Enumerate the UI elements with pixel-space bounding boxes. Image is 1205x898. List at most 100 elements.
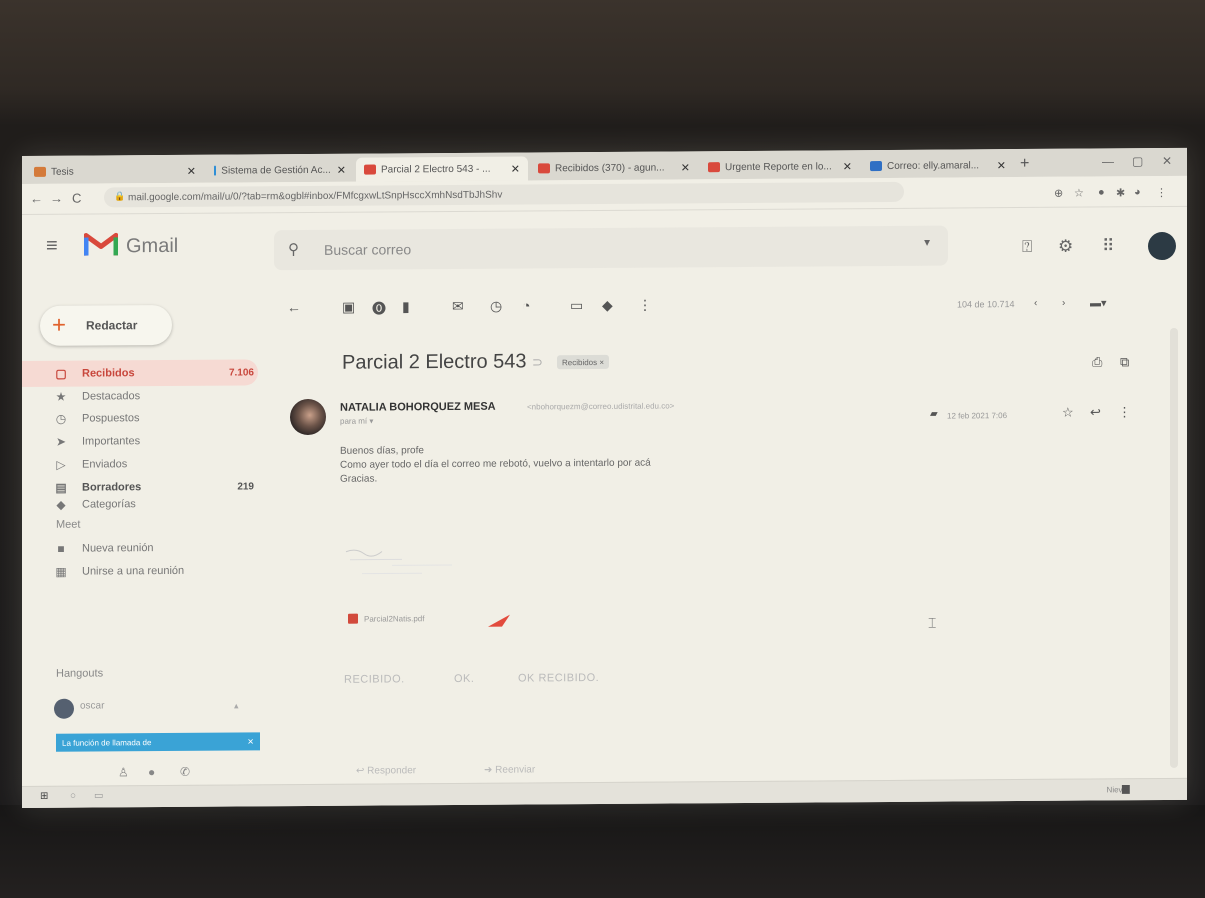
tab-urgente[interactable]: Urgente Reporte en lo... ✕ xyxy=(700,154,860,179)
sidebar-item-importantes[interactable]: ➤ Importantes xyxy=(54,431,254,450)
archive-icon[interactable]: ▣ xyxy=(342,299,355,316)
move-to-icon[interactable]: ▭ xyxy=(570,297,583,314)
back-arrow-icon[interactable]: ← xyxy=(287,299,301,315)
menu-dots-icon[interactable]: ⋮ xyxy=(1156,186,1167,199)
smart-reply-recibido[interactable]: RECIBIDO. xyxy=(344,673,405,685)
puzzle-icon[interactable]: ✱ xyxy=(1116,186,1125,199)
profile-icon[interactable]: ◕ xyxy=(1134,186,1141,198)
sidebar-item-pospuestos[interactable]: ◷ Pospuestos xyxy=(54,408,254,427)
minimize-icon[interactable]: — xyxy=(1102,154,1114,168)
smart-reply-ok[interactable]: OK. xyxy=(454,673,474,685)
new-tab-button[interactable]: + xyxy=(1020,155,1029,173)
compose-button[interactable]: + Redactar xyxy=(40,304,172,346)
add-task-icon[interactable]: ◔ xyxy=(522,297,530,313)
forward-nav-icon[interactable]: → xyxy=(50,191,63,206)
body-line: Gracias. xyxy=(340,473,378,485)
recipient-dropdown[interactable]: para mí ▾ xyxy=(340,417,373,426)
pdf-icon xyxy=(348,613,358,624)
more-options-icon[interactable]: ⋮ xyxy=(1118,404,1131,420)
sidebar-item-recibidos[interactable]: ▢ Recibidos 7.106 xyxy=(54,363,254,382)
tab-correo[interactable]: Correo: elly.amaral... ✕ xyxy=(862,153,1014,178)
email-subject: Parcial 2 Electro 543 xyxy=(342,350,527,374)
close-icon[interactable]: ✕ xyxy=(505,162,520,175)
hangouts-user[interactable]: oscar xyxy=(80,700,104,711)
star-icon[interactable]: ☆ xyxy=(1062,405,1074,421)
scrollbar[interactable] xyxy=(1170,327,1178,768)
sidebar-item-enviados[interactable]: ▷ Enviados xyxy=(54,454,254,473)
sidebar-item-unirse[interactable]: ▦ Unirse a una reunión xyxy=(54,561,254,580)
label-icon[interactable]: ◆ xyxy=(602,297,613,314)
back-nav-icon[interactable]: ← xyxy=(30,191,43,206)
tab-recibidos[interactable]: Recibidos (370) - agun... ✕ xyxy=(530,155,698,180)
tab-parcial[interactable]: Parcial 2 Electro 543 - ... ✕ xyxy=(356,156,528,182)
chevron-down-icon[interactable]: ▴ xyxy=(234,700,239,711)
reply-icon[interactable]: ↩ xyxy=(1090,404,1101,420)
video-icon: ■ xyxy=(57,541,65,556)
sender-avatar[interactable] xyxy=(290,398,326,436)
open-new-window-icon[interactable]: ⧉ xyxy=(1120,354,1129,370)
sender-email: <nbohorquezm@correo.udistrital.edu.co> xyxy=(527,401,675,412)
sidebar-item-label: Pospuestos xyxy=(82,412,140,425)
report-spam-icon[interactable]: ⓿ xyxy=(372,298,386,318)
sidebar-item-label: Borradores xyxy=(82,481,142,494)
smart-reply-ok-recibido[interactable]: OK RECIBIDO. xyxy=(518,672,599,685)
help-icon[interactable]: ⍰ xyxy=(1022,237,1032,257)
sidebar-item-destacados[interactable]: ★ Destacados xyxy=(54,386,254,405)
newer-icon[interactable]: › xyxy=(1062,298,1065,309)
important-marker-icon[interactable]: ⊃ xyxy=(532,354,543,370)
close-icon[interactable]: ✕ xyxy=(247,737,254,746)
search-bar[interactable]: ⚲ Buscar correo ▼ xyxy=(274,225,948,271)
close-icon[interactable]: ✕ xyxy=(331,163,346,176)
account-avatar[interactable] xyxy=(1148,231,1176,261)
mark-unread-icon[interactable]: ✉ xyxy=(452,298,464,315)
notification-icon[interactable]: ▆ xyxy=(1122,783,1130,794)
search-icon[interactable]: ○ xyxy=(70,791,76,802)
attachment-preview[interactable] xyxy=(342,543,492,594)
phone-icon[interactable]: ✆ xyxy=(180,765,190,779)
older-icon[interactable]: ‹ xyxy=(1034,298,1037,309)
tab-tesis[interactable]: Tesis ✕ xyxy=(26,159,204,184)
bookmark-star-icon[interactable]: ☆ xyxy=(1074,187,1084,200)
reload-icon[interactable]: C xyxy=(72,191,81,206)
search-input[interactable]: Buscar correo xyxy=(324,241,411,258)
maximize-icon[interactable]: ▢ xyxy=(1132,154,1143,168)
apps-grid-icon[interactable]: ⠿ xyxy=(1102,236,1114,256)
hangouts-avatar[interactable] xyxy=(54,698,74,719)
trash-icon[interactable]: ▮ xyxy=(402,298,410,315)
close-icon[interactable]: ✕ xyxy=(991,159,1006,172)
close-icon[interactable]: ✕ xyxy=(181,164,196,177)
sidebar-item-borradores[interactable]: ▤ Borradores 219 xyxy=(54,477,254,496)
search-options-icon[interactable]: ▼ xyxy=(922,238,932,249)
task-view-icon[interactable]: ▭ xyxy=(94,790,103,801)
windows-start-icon[interactable]: ⊞ xyxy=(40,791,48,802)
sidebar-item-nueva-reunion[interactable]: ■ Nueva reunión xyxy=(54,538,254,557)
search-icon[interactable]: ⚲ xyxy=(288,240,299,258)
gmail-favicon xyxy=(538,163,550,174)
more-options-icon[interactable]: ⋮ xyxy=(638,297,652,314)
label-chip[interactable]: Recibidos × xyxy=(557,354,610,370)
chat-notice[interactable]: La función de llamada de ✕ xyxy=(56,732,260,752)
snooze-icon[interactable]: ◷ xyxy=(490,298,502,315)
input-tools-icon[interactable]: ▬▾ xyxy=(1090,296,1107,309)
print-icon[interactable]: ⎙ xyxy=(1092,354,1102,370)
chat-bubble-icon[interactable]: ● xyxy=(148,765,155,779)
close-window-icon[interactable]: ✕ xyxy=(1162,154,1172,168)
reply-button[interactable]: ↩ Responder xyxy=(356,765,416,776)
hangouts-header: Hangouts xyxy=(56,667,104,680)
main-menu-icon[interactable]: ≡ xyxy=(46,235,58,258)
tab-sistema[interactable]: Sistema de Gestión Ac... ✕ xyxy=(206,158,354,183)
close-icon[interactable]: ✕ xyxy=(675,161,690,174)
url-input[interactable]: 🔒 mail.google.com/mail/u/0/?tab=rm&ogbl#… xyxy=(104,181,904,208)
attachment-chip[interactable]: Parcial2Natis.pdf xyxy=(348,613,424,624)
gmail-logo-icon[interactable] xyxy=(84,229,118,257)
person-icon[interactable]: ♙ xyxy=(118,765,129,779)
gmail-favicon xyxy=(364,164,376,175)
sidebar-item-label: Unirse a una reunión xyxy=(82,564,185,578)
sidebar-item-categorias[interactable]: ◆ Categorías xyxy=(54,497,254,511)
zoom-icon[interactable]: ⊕ xyxy=(1054,187,1063,200)
forward-button[interactable]: ➜ Reenviar xyxy=(484,764,535,775)
gmail-favicon xyxy=(708,162,720,173)
close-icon[interactable]: ✕ xyxy=(837,160,852,173)
settings-icon[interactable]: ⚙ xyxy=(1058,237,1073,257)
extension-icon[interactable]: ● xyxy=(1098,186,1105,198)
